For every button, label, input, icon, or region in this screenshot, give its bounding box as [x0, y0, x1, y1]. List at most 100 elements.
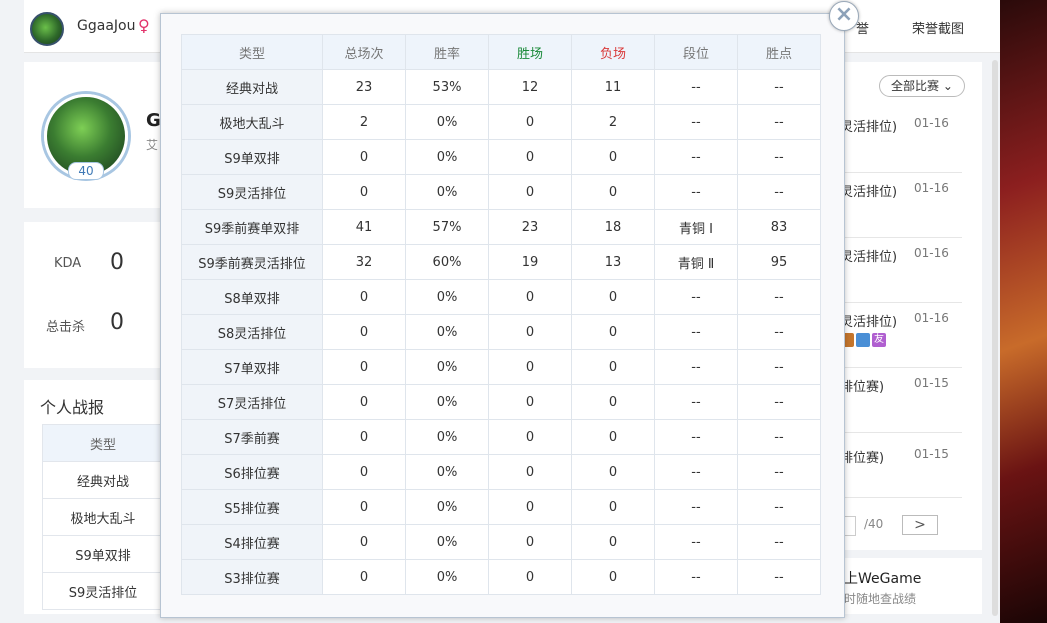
row-league-points: -- — [737, 489, 821, 525]
row-total: 0 — [322, 314, 406, 350]
row-total: 0 — [322, 384, 406, 420]
row-wins: 0 — [488, 104, 572, 140]
row-rank: -- — [654, 384, 738, 420]
row-rank: 青铜 Ⅰ — [654, 209, 738, 245]
row-winrate: 0% — [405, 104, 489, 140]
match-date: 01-16 — [914, 116, 949, 130]
row-total: 0 — [322, 279, 406, 315]
row-type: S9季前赛单双排 — [181, 209, 323, 245]
row-losses: 0 — [571, 314, 655, 350]
row-losses: 18 — [571, 209, 655, 245]
row-league-points: -- — [737, 279, 821, 315]
table-row: S4排位赛 0 0% 0 0 -- -- — [181, 524, 821, 560]
chevron-down-icon: ⌄ — [942, 79, 953, 93]
username: GgaaJou — [77, 18, 136, 34]
row-winrate: 0% — [405, 139, 489, 175]
row-rank: -- — [654, 489, 738, 525]
match-filter-label: 全部比赛 — [891, 79, 940, 93]
row-type: S6排位赛 — [181, 454, 323, 490]
match-item[interactable]: 灵活排位) 01-16 友 — [840, 303, 962, 368]
row-league-points: 83 — [737, 209, 821, 245]
close-icon[interactable]: × — [829, 1, 859, 31]
row-type: S4排位赛 — [181, 524, 323, 560]
row-wins: 0 — [488, 139, 572, 175]
row-winrate: 57% — [405, 209, 489, 245]
personal-report-title: 个人战报 — [40, 398, 105, 417]
row-winrate: 0% — [405, 524, 489, 560]
match-mode: 灵活排位) — [840, 250, 898, 265]
row-wins: 0 — [488, 419, 572, 455]
row-losses: 0 — [571, 559, 655, 595]
table-row: S7单双排 0 0% 0 0 -- -- — [181, 349, 821, 385]
row-losses: 11 — [571, 69, 655, 105]
report-row: S9灵活排位 — [42, 572, 164, 610]
row-total: 32 — [322, 244, 406, 280]
report-header-type: 类型 — [42, 424, 164, 462]
row-wins: 0 — [488, 524, 572, 560]
row-losses: 0 — [571, 139, 655, 175]
nav-link-honor-screenshot[interactable]: 荣誉截图 — [912, 18, 964, 37]
wegame-title: 上WeGame — [844, 571, 922, 587]
row-type: S9季前赛灵活排位 — [181, 244, 323, 280]
row-total: 0 — [322, 174, 406, 210]
wegame-subtitle: 时随地查战绩 — [844, 592, 917, 606]
header-winrate: 胜率 — [405, 34, 489, 70]
row-total: 0 — [322, 139, 406, 175]
background-art-right — [1000, 0, 1047, 623]
row-type: S9单双排 — [181, 139, 323, 175]
row-total: 0 — [322, 524, 406, 560]
row-total: 23 — [322, 69, 406, 105]
row-losses: 0 — [571, 279, 655, 315]
row-league-points: -- — [737, 104, 821, 140]
row-winrate: 0% — [405, 314, 489, 350]
row-league-points: -- — [737, 419, 821, 455]
row-league-points: -- — [737, 139, 821, 175]
table-row: S9季前赛灵活排位 32 60% 19 13 青铜 Ⅱ 95 — [181, 244, 821, 280]
server-name: 艾 — [146, 138, 159, 152]
level-badge: 40 — [68, 162, 104, 180]
row-winrate: 0% — [405, 174, 489, 210]
match-item[interactable]: 灵活排位) 01-16 — [840, 238, 962, 303]
row-league-points: 95 — [737, 244, 821, 280]
row-losses: 0 — [571, 454, 655, 490]
row-winrate: 0% — [405, 349, 489, 385]
match-filter-dropdown[interactable]: 全部比赛 ⌄ — [879, 75, 965, 97]
page-scrollbar[interactable] — [992, 60, 998, 616]
row-winrate: 53% — [405, 69, 489, 105]
report-row: 经典对战 — [42, 461, 164, 499]
match-date: 01-16 — [914, 311, 949, 325]
row-type: 经典对战 — [181, 69, 323, 105]
row-type: 极地大乱斗 — [181, 104, 323, 140]
row-wins: 0 — [488, 314, 572, 350]
match-date: 01-15 — [914, 447, 949, 461]
user-avatar-small[interactable] — [30, 12, 64, 46]
row-rank: 青铜 Ⅱ — [654, 244, 738, 280]
match-item[interactable]: 排位赛) 01-15 — [840, 368, 962, 433]
match-history-card: 全部比赛 ⌄ 灵活排位) 01-16 灵活排位) 01-16 灵活排位) 01-… — [840, 62, 982, 550]
row-wins: 0 — [488, 174, 572, 210]
kda-value: 0 — [110, 250, 124, 275]
row-league-points: -- — [737, 314, 821, 350]
row-rank: -- — [654, 174, 738, 210]
next-page-button[interactable]: > — [902, 515, 938, 535]
match-item[interactable]: 灵活排位) 01-16 — [840, 108, 962, 173]
match-mode: 灵活排位) — [840, 120, 898, 135]
row-winrate: 60% — [405, 244, 489, 280]
report-row: 极地大乱斗 — [42, 498, 164, 536]
rank-stats-table: 类型 总场次 胜率 胜场 负场 段位 胜点 经典对战 23 53% 12 11 -- -- 极… — [181, 34, 821, 595]
match-item[interactable]: 排位赛) 01-15 — [840, 433, 962, 498]
table-row: S9单双排 0 0% 0 0 -- -- — [181, 139, 821, 175]
table-row: S8单双排 0 0% 0 0 -- -- — [181, 279, 821, 315]
row-total: 41 — [322, 209, 406, 245]
match-date: 01-16 — [914, 181, 949, 195]
row-type: S7单双排 — [181, 349, 323, 385]
match-date: 01-15 — [914, 376, 949, 390]
row-losses: 0 — [571, 174, 655, 210]
row-league-points: -- — [737, 174, 821, 210]
row-league-points: -- — [737, 454, 821, 490]
row-wins: 0 — [488, 349, 572, 385]
row-wins: 0 — [488, 454, 572, 490]
wegame-promo[interactable]: 上WeGame 时随地查战绩 — [840, 558, 982, 614]
header-type: 类型 — [181, 34, 323, 70]
match-item[interactable]: 灵活排位) 01-16 — [840, 173, 962, 238]
